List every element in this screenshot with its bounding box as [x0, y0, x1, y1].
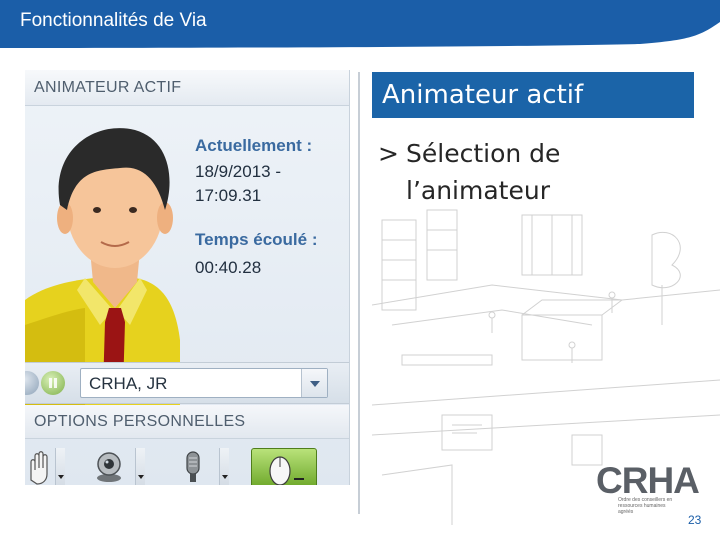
bullet-marker: > [378, 139, 399, 168]
personal-options-header: OPTIONS PERSONNELLES [25, 405, 349, 439]
previous-icon[interactable] [25, 371, 39, 395]
current-time-label: Actuellement : [195, 136, 313, 155]
personal-options-label: OPTIONS PERSONNELLES [34, 413, 246, 430]
chevron-down-icon[interactable] [301, 369, 327, 397]
vertical-divider [358, 72, 360, 514]
crha-logo: CRHA [596, 460, 700, 501]
bullet-text-line1: Sélection de [406, 139, 561, 168]
panel-header-label: ANIMATEUR ACTIF [34, 79, 182, 96]
active-presenter-panel: ANIMATEUR ACTIF Actuellement : 18/9/2013… [25, 70, 350, 485]
microphone-dropdown[interactable] [219, 448, 229, 485]
elapsed-time-label: Temps écoulé : [195, 230, 318, 249]
raise-hand-dropdown[interactable] [55, 448, 65, 485]
mouse-icon [269, 456, 304, 485]
presenter-select[interactable]: CRHA, JR [80, 368, 328, 398]
elapsed-time-value: 00:40.28 [195, 258, 262, 277]
current-time-value-date: 18/9/2013 - [195, 162, 282, 181]
presenter-select-value: CRHA, JR [89, 374, 168, 393]
panel-header: ANIMATEUR ACTIF [25, 70, 349, 106]
crha-logo-tagline: Ordre des conseillers en ressources huma… [618, 497, 673, 515]
cursor-tool-button[interactable] [251, 448, 317, 485]
current-time-value-time: 17:09.31 [195, 186, 262, 205]
slide-title: Fonctionnalités de Via [20, 10, 207, 31]
pause-icon[interactable] [41, 371, 65, 395]
presenter-selector-bar: CRHA, JR [25, 362, 349, 404]
microphone-icon[interactable] [175, 448, 211, 485]
webcam-icon[interactable] [91, 448, 127, 485]
bullet-text-line2: l’animateur [406, 176, 550, 205]
subtitle-box: Animateur actif [372, 72, 694, 118]
subtitle-text: Animateur actif [382, 80, 584, 110]
page-number: 23 [688, 513, 702, 527]
webcam-dropdown[interactable] [135, 448, 145, 485]
